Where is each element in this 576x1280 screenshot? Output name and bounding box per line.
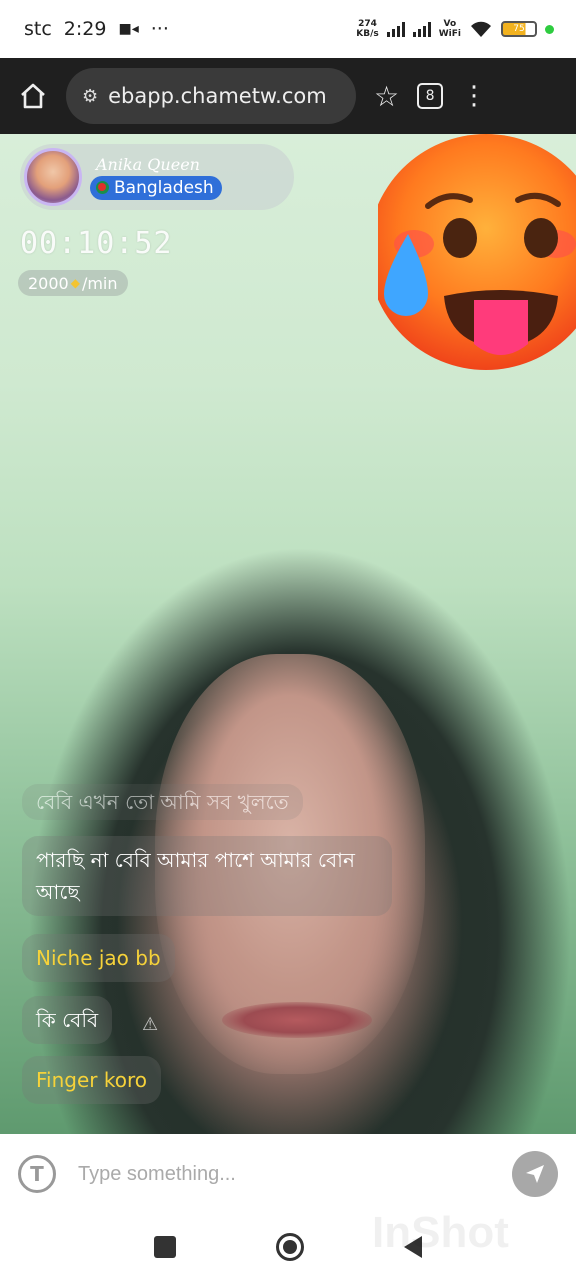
bangladesh-flag-icon [96,181,109,194]
site-settings-icon[interactable]: ⚙ [82,86,98,107]
message-composer: T [0,1134,576,1214]
home-icon[interactable] [18,81,48,111]
vowifi-label: Vo WiFi [438,19,461,39]
status-bar: stc 2:29 ■◂ ··· 274 KB/s Vo WiFi 75 [0,0,576,58]
send-icon [526,1165,544,1183]
avatar[interactable] [24,148,82,206]
browser-toolbar: ⚙ ebapp.chametw.com ☆ 8 ⋮ [0,58,576,134]
video-lips-region [222,1002,372,1038]
signal-icon [386,21,405,37]
menu-kebab-icon[interactable]: ⋮ [461,83,487,109]
wifi-icon [471,21,491,37]
carrier-label: stc [24,18,52,40]
clock: 2:29 [63,18,107,40]
address-bar[interactable]: ⚙ ebapp.chametw.com [66,68,356,124]
recents-button[interactable] [154,1236,176,1258]
call-rate: 2000 ◆ /min [18,270,128,296]
privacy-indicator [545,24,554,34]
caller-profile[interactable]: Anika Queen Bangladesh [20,144,294,210]
battery-icon: 75 [501,21,537,37]
diamond-icon: ◆ [70,276,80,290]
translate-icon[interactable]: T [18,1155,56,1193]
caller-name: Anika Queen [96,154,200,174]
url-text: ebapp.chametw.com [108,84,327,108]
bookmark-star-icon[interactable]: ☆ [374,80,399,113]
message-input[interactable] [78,1162,490,1186]
video-stream: Anika Queen Bangladesh 00:10:52 2000 ◆ /… [0,134,576,1134]
network-speed: 274 KB/s [356,19,379,39]
chat-message: কি বেবি [22,996,113,1044]
country-badge: Bangladesh [90,175,222,200]
watermark: InShot [372,1208,509,1257]
home-button[interactable] [276,1233,304,1261]
signal-icon-2 [412,21,431,37]
call-timer: 00:10:52 [20,226,173,261]
chat-message: Finger koro [22,1056,161,1104]
chat-message: Niche jao bb [22,934,175,982]
video-camera-icon: ■◂ [118,21,139,37]
hot-face-emoji-icon [378,134,576,370]
more-notifications-icon: ··· [150,18,169,40]
chat-message: বেবি এখন তো আমি সব খুলতে [22,784,303,820]
tab-switcher-button[interactable]: 8 [417,83,444,109]
send-button[interactable] [512,1151,558,1197]
chat-message: পারছি না বেবি আমার পাশে আমার বোন আছে [22,836,392,916]
warning-icon[interactable]: ⚠ [142,1014,158,1035]
